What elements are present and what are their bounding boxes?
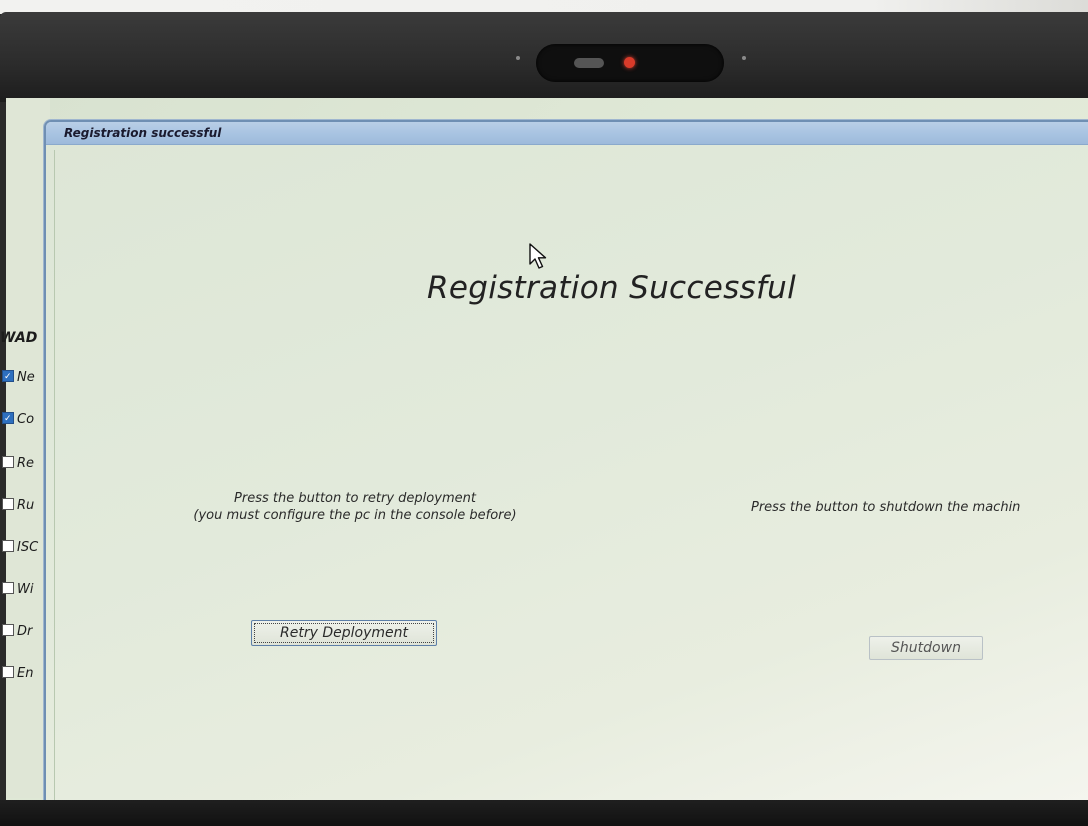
screen: WAD Ne Co Re Ru ISC Wi Dr En Registratio… [0,98,1088,804]
checkbox[interactable] [2,582,14,594]
bezel-sensor-dot [742,56,746,60]
dialog-title: Registration successful [64,126,222,140]
background-window-heading: WAD [0,330,38,346]
shutdown-instructions: Press the button to shutdown the machin [751,500,1021,515]
retry-instructions-line: Press the button to retry deployment [234,491,476,506]
dialog-content: Registration Successful Press the button… [54,150,1088,802]
checkbox[interactable] [2,666,14,678]
webcam-lens [574,58,604,68]
background-checkbox-label: ISC [17,540,39,555]
background-checkbox-label: Ru [17,498,35,513]
laptop-bottom-bezel [0,800,1088,826]
checkbox[interactable] [2,624,14,636]
checkbox[interactable] [2,498,14,510]
laptop-top-bezel [0,12,1088,102]
checkbox-checked[interactable] [2,370,14,382]
bezel-sensor-dot [516,56,520,60]
background-checkbox-label: Dr [17,624,33,639]
background-checkbox-label: Re [17,456,35,471]
webcam-led-indicator [624,57,635,68]
shutdown-button[interactable]: Shutdown [869,636,983,660]
retry-instructions: Press the button to retry deployment (yo… [145,490,565,524]
checkbox[interactable] [2,540,14,552]
registration-dialog: Registration successful Registration Suc… [44,120,1088,804]
background-checkbox-label: Ne [17,370,35,385]
background-checkbox-label: En [17,666,34,681]
page-title: Registration Successful [427,270,797,306]
arrow-cursor-icon [529,243,547,269]
background-checkbox-label: Co [17,412,35,427]
background-checkbox-label: Wi [17,582,34,597]
checkbox-checked[interactable] [2,412,14,424]
webcam-icon [536,44,724,82]
retry-deployment-button[interactable]: Retry Deployment [251,620,437,646]
retry-instructions-line: (you must configure the pc in the consol… [193,508,517,523]
checkbox[interactable] [2,456,14,468]
